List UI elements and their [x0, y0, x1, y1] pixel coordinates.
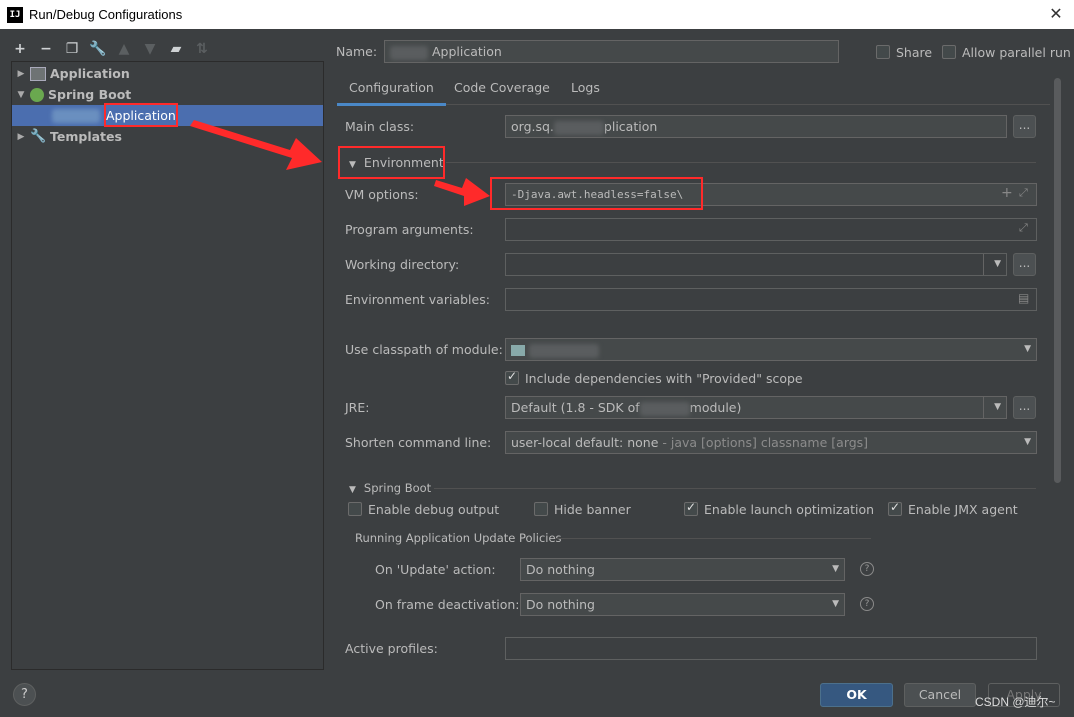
enable-launch-optimization-checkbox[interactable]	[684, 500, 698, 516]
chevron-down-icon: ▼	[832, 599, 839, 609]
config-toolbar: + − ❐ 🔧 ▲ ▼ ▰ ⇅	[12, 38, 210, 60]
hide-banner-label: Hide banner	[554, 502, 631, 517]
main-class-label: Main class:	[345, 119, 415, 134]
help-icon[interactable]: ?	[860, 562, 874, 576]
cancel-button[interactable]: Cancel	[904, 683, 976, 707]
active-profiles-input[interactable]	[505, 637, 1037, 660]
shorten-command-dropdown[interactable]: user-local default: none - java [options…	[505, 431, 1037, 454]
working-directory-dropdown[interactable]: ▼	[505, 253, 1007, 276]
enable-launch-optimization-label: Enable launch optimization	[704, 502, 875, 517]
chevron-down-icon: ▼	[994, 259, 1001, 269]
jre-label: JRE:	[345, 400, 370, 415]
program-arguments-label: Program arguments:	[345, 222, 474, 237]
add-icon[interactable]: +	[12, 41, 28, 57]
jre-dropdown[interactable]: Default (1.8 - SDK of module) ▼	[505, 396, 1007, 419]
add-icon[interactable]: +	[1001, 185, 1013, 201]
active-profiles-label: Active profiles:	[345, 641, 438, 656]
enable-debug-output-label: Enable debug output	[368, 502, 500, 517]
on-frame-deactivation-dropdown[interactable]: Do nothing ▼	[520, 593, 845, 616]
module-folder-icon	[511, 345, 525, 356]
expand-arrow-icon[interactable]: ▶	[12, 132, 30, 142]
on-update-dropdown[interactable]: Do nothing ▼	[520, 558, 845, 581]
program-arguments-input[interactable]	[505, 218, 1037, 241]
spring-boot-icon	[30, 87, 44, 102]
jre-browse-button[interactable]: ...	[1013, 396, 1036, 419]
chevron-down-icon: ▼	[994, 402, 1001, 412]
share-label: Share	[896, 45, 933, 60]
shorten-command-label: Shorten command line:	[345, 435, 492, 450]
chevron-down-icon: ▼	[1024, 344, 1031, 354]
wrench-icon[interactable]: 🔧	[89, 41, 106, 57]
annotation-box-environment	[338, 146, 445, 179]
scrollbar-thumb[interactable]	[1054, 78, 1061, 483]
csdn-watermark: CSDN @迪尔~	[975, 695, 1056, 709]
enable-jmx-agent-checkbox[interactable]	[888, 500, 902, 516]
classpath-module-label: Use classpath of module:	[345, 342, 503, 357]
include-dependencies-checkbox[interactable]	[505, 369, 519, 385]
working-directory-label: Working directory:	[345, 257, 460, 272]
tree-item-templates[interactable]: ▶ 🔧 Templates	[12, 126, 323, 147]
move-up-icon[interactable]: ▲	[116, 41, 132, 57]
chevron-down-icon: ▼	[1024, 437, 1031, 447]
enable-jmx-agent-label: Enable JMX agent	[908, 502, 1018, 517]
environment-variables-label: Environment variables:	[345, 292, 490, 307]
vm-options-label: VM options:	[345, 187, 419, 202]
ok-button[interactable]: OK	[820, 683, 893, 707]
new-folder-icon[interactable]: ▰	[168, 41, 184, 57]
help-button[interactable]: ?	[13, 683, 36, 706]
remove-icon[interactable]: −	[38, 41, 54, 57]
collapse-triangle-icon: ▼	[349, 485, 356, 495]
chevron-down-icon: ▼	[832, 564, 839, 574]
include-dependencies-label: Include dependencies with "Provided" sco…	[525, 371, 803, 386]
working-directory-browse-button[interactable]: ...	[1013, 253, 1036, 276]
on-frame-deactivation-label: On frame deactivation:	[375, 597, 520, 612]
share-checkbox[interactable]	[876, 45, 890, 59]
tree-item-application-group[interactable]: ▶ Application	[12, 63, 323, 84]
configuration-tree: ▶ Application ▼ Spring Boot Application …	[11, 61, 324, 670]
copy-icon[interactable]: ❐	[64, 41, 80, 57]
window-title: Run/Debug Configurations	[29, 7, 183, 22]
update-policies-label: Running Application Update Policies	[355, 531, 562, 545]
classpath-module-dropdown[interactable]: ▼	[505, 338, 1037, 361]
tree-item-label: Spring Boot	[48, 87, 132, 102]
enable-debug-output-checkbox[interactable]	[348, 502, 362, 516]
wrench-icon: 🔧	[30, 128, 47, 144]
environment-divider	[446, 162, 1036, 163]
tree-item-label: Templates	[50, 129, 122, 144]
document-icon[interactable]: ▤	[1018, 291, 1029, 305]
expand-icon[interactable]: ⤢	[1019, 186, 1028, 200]
annotation-arrow-2	[434, 178, 490, 206]
tree-item-label: Application	[50, 66, 130, 81]
tab-logs[interactable]: Logs	[571, 80, 600, 95]
main-class-input[interactable]: org.sq. plication	[505, 115, 1007, 138]
move-down-icon[interactable]: ▼	[142, 41, 158, 57]
environment-variables-input[interactable]	[505, 288, 1037, 311]
title-bar: IJ Run/Debug Configurations ✕	[0, 0, 1074, 29]
spring-boot-section-toggle[interactable]: ▼ Spring Boot	[349, 481, 431, 495]
help-icon[interactable]: ?	[860, 597, 874, 611]
spring-boot-app-icon	[52, 108, 100, 123]
tab-code-coverage[interactable]: Code Coverage	[454, 80, 550, 95]
intellij-icon: IJ	[7, 6, 23, 23]
annotation-box-application	[104, 103, 178, 127]
tree-item-spring-boot[interactable]: ▼ Spring Boot	[12, 84, 323, 105]
main-class-browse-button[interactable]: ...	[1013, 115, 1036, 138]
on-update-label: On 'Update' action:	[375, 562, 496, 577]
expand-arrow-icon[interactable]: ▶	[12, 69, 30, 79]
hide-banner-checkbox[interactable]	[534, 502, 548, 516]
allow-parallel-label: Allow parallel run	[962, 45, 1071, 60]
sort-icon[interactable]: ⇅	[194, 41, 210, 57]
spring-boot-divider	[434, 488, 1036, 489]
allow-parallel-checkbox[interactable]	[942, 45, 956, 59]
close-icon[interactable]: ✕	[1046, 4, 1066, 24]
annotation-box-vm-options	[490, 177, 703, 210]
application-icon	[30, 66, 46, 81]
tab-configuration[interactable]: Configuration	[337, 80, 446, 106]
expand-icon[interactable]: ⤢	[1019, 221, 1028, 235]
name-input[interactable]: Application	[384, 40, 839, 63]
name-label: Name:	[336, 44, 378, 59]
update-policies-divider	[555, 538, 871, 539]
collapse-arrow-icon[interactable]: ▼	[12, 90, 30, 100]
